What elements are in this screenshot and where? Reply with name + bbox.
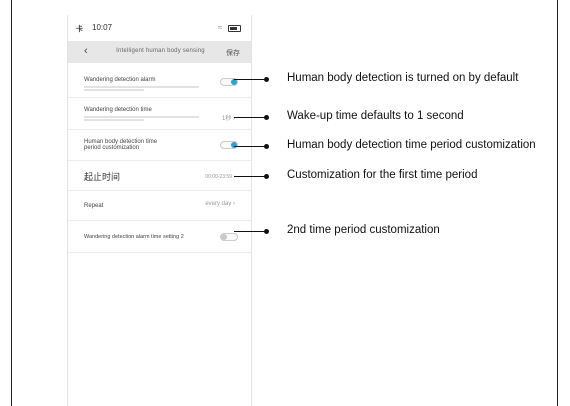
annotation-dot-5	[264, 229, 269, 234]
start-end-time-row[interactable]: 起止时间 00:00-23:59 ›	[68, 161, 251, 191]
wandering-time-label: Wandering detection time	[84, 107, 152, 113]
signal-icon: 卡	[76, 26, 83, 33]
annotation-dot-3	[264, 144, 269, 149]
wandering-alarm-description	[84, 86, 199, 88]
wifi-icon: ≈	[218, 23, 223, 32]
annotation-leader-5	[234, 231, 267, 232]
toggle-knob	[221, 234, 227, 240]
alarm-time-2-toggle[interactable]	[220, 233, 238, 241]
wandering-alarm-description-line2	[84, 89, 144, 91]
annotation-leader-4	[234, 176, 267, 177]
wandering-alarm-row[interactable]: Wandering detection alarm	[68, 65, 251, 98]
status-time: 10:07	[92, 23, 113, 32]
wandering-alarm-label: Wandering detection alarm	[84, 77, 156, 83]
battery-icon	[228, 25, 241, 32]
annotation-text-4: Customization for the first time period	[287, 169, 478, 181]
save-button[interactable]: 保存	[226, 48, 240, 58]
annotation-text-2: Wake-up time defaults to 1 second	[287, 110, 464, 122]
period-custom-label-line2: period customization	[84, 145, 140, 151]
annotation-dot-2	[264, 115, 269, 120]
annotation-leader-2	[234, 117, 267, 118]
phone-screen: 卡 10:07 ≈ ‹ Intelligent human body sensi…	[67, 15, 252, 406]
page-title: Intelligent human body sensing	[116, 48, 205, 54]
back-chevron-icon[interactable]: ‹	[84, 45, 88, 57]
annotation-dot-1	[264, 77, 269, 82]
annotation-leader-3	[234, 146, 267, 147]
start-end-time-label: 起止时间	[84, 172, 121, 182]
start-end-time-value[interactable]: 00:00-23:59 ›	[205, 174, 235, 180]
wandering-time-row[interactable]: Wandering detection time 1秒 ›	[68, 98, 251, 130]
wandering-time-description-line2	[84, 119, 144, 121]
repeat-row[interactable]: Repeat every day ›	[68, 191, 251, 221]
status-bar: 卡 10:07 ≈	[68, 15, 251, 41]
alarm-time-2-label: Wandering detection alarm time setting 2	[84, 234, 184, 240]
repeat-value[interactable]: every day ›	[205, 201, 235, 207]
toggle-knob	[231, 142, 237, 148]
alarm-time-2-row[interactable]: Wandering detection alarm time setting 2	[68, 221, 251, 253]
annotation-dot-4	[264, 174, 269, 179]
period-custom-row[interactable]: Human body detection time period customi…	[68, 130, 251, 161]
annotation-text-1: Human body detection is turned on by def…	[287, 72, 519, 84]
annotation-text-5: 2nd time period customization	[287, 224, 440, 236]
nav-bar: ‹ Intelligent human body sensing 保存	[68, 41, 251, 63]
repeat-label: Repeat	[84, 203, 104, 209]
annotation-leader-1	[234, 79, 267, 80]
annotation-text-3: Human body detection time period customi…	[287, 139, 536, 151]
period-custom-toggle[interactable]	[220, 141, 238, 149]
wandering-time-description	[84, 116, 199, 118]
